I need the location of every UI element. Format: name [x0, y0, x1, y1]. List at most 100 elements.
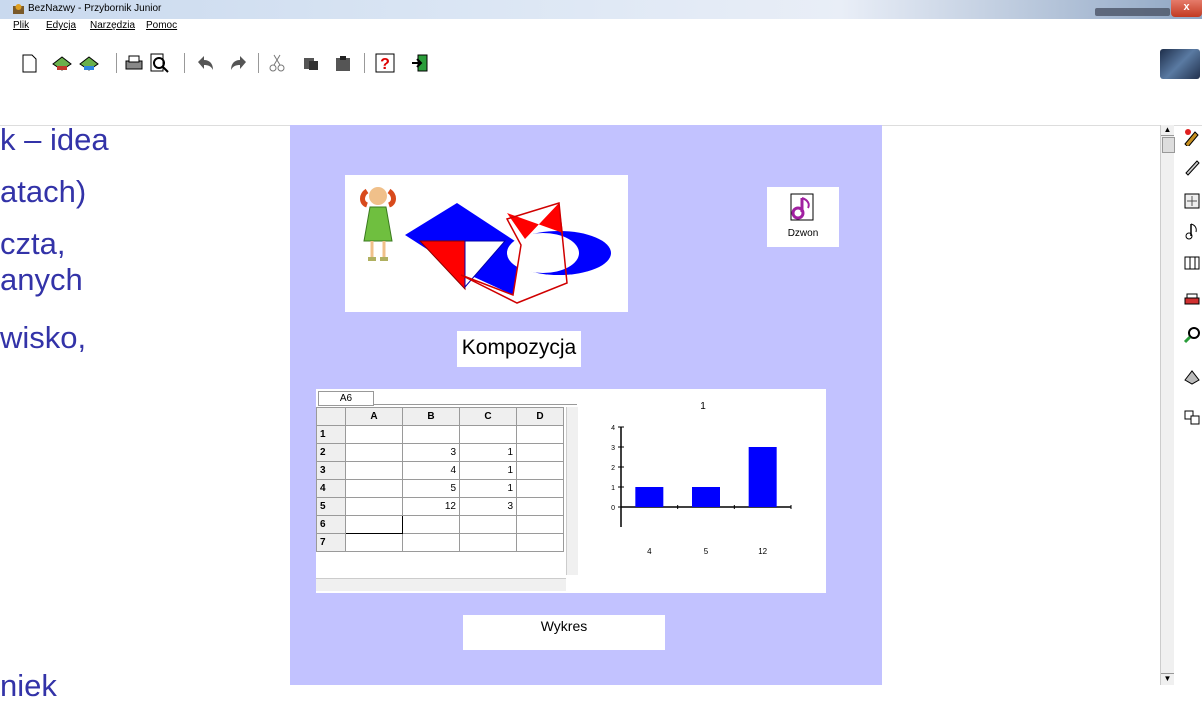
cell[interactable] — [516, 443, 564, 462]
redo-icon[interactable] — [228, 52, 250, 74]
cell[interactable] — [345, 497, 403, 516]
wykres-label[interactable]: Wykres — [463, 615, 665, 650]
toolbar-separator — [364, 53, 365, 73]
toolbar-separator — [258, 53, 259, 73]
menu-pomoc[interactable]: Pomoc — [146, 20, 177, 31]
row-header[interactable]: 7 — [316, 533, 346, 552]
help-icon[interactable]: ? — [374, 52, 396, 74]
cell[interactable] — [345, 479, 403, 498]
vertical-scrollbar[interactable]: ▲ ▼ — [1160, 125, 1175, 685]
cell[interactable]: 5 — [402, 479, 460, 498]
x-tick-label: 5 — [704, 547, 709, 556]
chart-tool-icon[interactable] — [1183, 408, 1201, 426]
cell[interactable] — [402, 533, 460, 552]
paint-tool-icon[interactable] — [1183, 158, 1201, 176]
text-tool-icon[interactable] — [1183, 290, 1201, 308]
cell[interactable] — [345, 461, 403, 480]
cut-icon[interactable] — [266, 52, 288, 74]
cell[interactable]: 4 — [402, 461, 460, 480]
scroll-thumb[interactable] — [1162, 137, 1175, 153]
close-button[interactable]: x — [1171, 0, 1202, 17]
table-row: 3 41 — [316, 461, 564, 480]
kompozycja-label[interactable]: Kompozycja — [457, 331, 581, 367]
menu-edycja[interactable]: Edycja — [46, 20, 76, 31]
cell[interactable] — [402, 515, 460, 534]
scroll-down-icon[interactable]: ▼ — [1161, 673, 1174, 684]
new-icon[interactable] — [18, 52, 40, 74]
cell[interactable]: 1 — [459, 479, 517, 498]
cell[interactable] — [516, 425, 564, 444]
corner-cell — [316, 407, 346, 426]
cell[interactable]: 12 — [402, 497, 460, 516]
menu-plik[interactable]: Plik — [13, 20, 29, 31]
slide-text-line: wisko, — [0, 320, 87, 355]
cell[interactable] — [516, 497, 564, 516]
cell[interactable] — [459, 515, 517, 534]
y-tick-label: 4 — [611, 425, 615, 432]
save-icon[interactable] — [78, 52, 100, 74]
decorative-image — [1160, 49, 1200, 79]
copy-icon[interactable] — [300, 52, 322, 74]
cell[interactable] — [345, 533, 403, 552]
cell[interactable] — [516, 479, 564, 498]
music-tool-icon[interactable] — [1183, 222, 1201, 240]
row-header[interactable]: 5 — [316, 497, 346, 516]
menu-narzedzia[interactable]: Narzędzia — [90, 20, 135, 31]
calculator-tool-icon[interactable] — [1183, 192, 1201, 210]
cell-reference: A6 — [318, 391, 374, 406]
column-header[interactable]: B — [402, 407, 460, 426]
drawing-tool-icon[interactable] — [1183, 128, 1201, 146]
selected-cell[interactable] — [345, 515, 403, 534]
app-icon — [13, 4, 24, 14]
svg-text:?: ? — [380, 56, 390, 73]
vertical-scrollbar[interactable] — [566, 407, 578, 575]
undo-icon[interactable] — [194, 52, 216, 74]
cell[interactable]: 1 — [459, 443, 517, 462]
cell[interactable] — [345, 443, 403, 462]
stamp-tool-icon[interactable] — [1183, 368, 1201, 386]
exit-icon[interactable] — [409, 52, 431, 74]
open-icon[interactable] — [51, 52, 73, 74]
column-header[interactable]: C — [459, 407, 517, 426]
dzwon-object[interactable]: Dzwon — [767, 187, 839, 247]
cell[interactable] — [516, 533, 564, 552]
spreadsheet[interactable]: A6 A B C D 1 231 341 451 5 12 3 6 7 — [316, 389, 579, 593]
cell[interactable]: 3 — [459, 497, 517, 516]
preview-icon[interactable] — [148, 52, 170, 74]
composition-image[interactable] — [345, 175, 628, 312]
row-header[interactable]: 4 — [316, 479, 346, 498]
composition-drawing — [360, 187, 611, 304]
horizontal-scrollbar[interactable] — [316, 578, 566, 591]
paste-icon[interactable] — [332, 52, 354, 74]
menu-bar: Plik Edycja Narzędzia Pomoc — [0, 19, 1202, 34]
search-tool-icon[interactable] — [1183, 326, 1201, 344]
cell[interactable] — [402, 425, 460, 444]
window-title: BezNazwy - Przybornik Junior — [28, 3, 162, 14]
cell[interactable] — [459, 533, 517, 552]
bar — [635, 487, 664, 507]
cell[interactable]: 1 — [459, 461, 517, 480]
row-header[interactable]: 6 — [316, 515, 346, 534]
formula-bar[interactable] — [374, 391, 577, 405]
y-tick-label: 2 — [611, 465, 615, 472]
scroll-up-icon[interactable]: ▲ — [1161, 125, 1174, 136]
x-tick-label: 4 — [647, 547, 652, 556]
bar-chart[interactable]: 1 0 1 2 3 4 4 5 12 — [579, 389, 826, 593]
row-header[interactable]: 2 — [316, 443, 346, 462]
print-icon[interactable] — [123, 52, 145, 74]
table-row: 6 — [316, 515, 564, 534]
cell[interactable]: 3 — [402, 443, 460, 462]
row-header[interactable]: 3 — [316, 461, 346, 480]
row-header[interactable]: 1 — [316, 425, 346, 444]
table-row: 1 — [316, 425, 564, 444]
cell[interactable] — [516, 515, 564, 534]
bar — [748, 447, 777, 507]
cell[interactable] — [345, 425, 403, 444]
column-header[interactable]: A — [345, 407, 403, 426]
table-tool-icon[interactable] — [1183, 254, 1201, 272]
cell[interactable] — [459, 425, 517, 444]
cell[interactable] — [516, 461, 564, 480]
slide-text-line: anych — [0, 262, 83, 297]
chart-svg: 1012344 5 12 — [611, 401, 792, 556]
column-header[interactable]: D — [516, 407, 564, 426]
